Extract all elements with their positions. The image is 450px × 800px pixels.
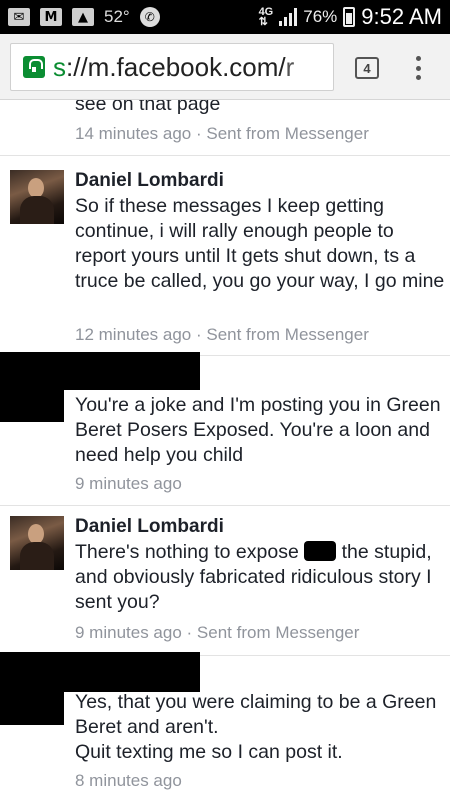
avatar[interactable] (10, 516, 64, 570)
message-text: There's nothing to expose the stupid, an… (75, 541, 432, 613)
lock-icon[interactable] (23, 56, 45, 78)
message-item: Daniel Lombardi So if these messages I k… (0, 157, 450, 356)
message-item: see on that page 14 minutes ago · Sent f… (0, 100, 450, 156)
phone-icon: ✆ (139, 7, 160, 27)
sender-name[interactable]: Daniel Lombardi (75, 516, 224, 538)
battery-icon (343, 7, 356, 27)
message-item: Yes, that you were claiming to be a Gree… (0, 652, 450, 800)
tab-switcher-button[interactable]: 4 (355, 57, 379, 79)
clock: 9:52 AM (361, 4, 442, 29)
message-meta: 9 minutes ago (75, 474, 182, 493)
message-item: You're a joke and I'm posting you in Gre… (0, 352, 450, 506)
gmail-icon: M (40, 8, 62, 26)
gallery-icon: ▲ (72, 8, 94, 26)
network-4g-icon: 4G ⇅ (258, 6, 274, 28)
redaction-bar (0, 352, 200, 390)
browser-toolbar: s://m.facebook.com/r 4 (0, 34, 450, 100)
sender-name[interactable]: Daniel Lombardi (75, 170, 224, 192)
message-thread[interactable]: see on that page 14 minutes ago · Sent f… (0, 100, 450, 800)
message-text: So if these messages I keep getting cont… (75, 195, 445, 292)
url-text[interactable]: s://m.facebook.com/r (53, 52, 294, 83)
battery-percent: 76% (303, 7, 338, 26)
status-bar: ✉ M ▲ 52° ✆ 4G ⇅ 76% 9:52 AM (0, 0, 450, 34)
redaction-bar (0, 652, 200, 692)
message-meta: 9 minutes ago · Sent from Messenger (75, 623, 360, 642)
overflow-menu-icon[interactable] (412, 54, 424, 82)
message-text: see on that page (75, 100, 221, 115)
redaction-bar (0, 690, 64, 725)
inline-redaction (304, 541, 337, 561)
redaction-bar (0, 386, 64, 422)
message-meta: 8 minutes ago (75, 771, 182, 790)
message-meta: 12 minutes ago · Sent from Messenger (75, 325, 369, 344)
url-bar[interactable]: s://m.facebook.com/r (10, 43, 334, 91)
temperature: 52° (104, 7, 130, 26)
message-meta: 14 minutes ago · Sent from Messenger (75, 124, 369, 143)
message-text: Yes, that you were claiming to be a Gree… (75, 691, 437, 763)
avatar[interactable] (10, 170, 64, 224)
message-item: Daniel Lombardi There's nothing to expos… (0, 506, 450, 656)
signal-icon (279, 8, 298, 26)
mail-icon: ✉ (8, 8, 30, 26)
message-text: You're a joke and I'm posting you in Gre… (75, 394, 441, 466)
